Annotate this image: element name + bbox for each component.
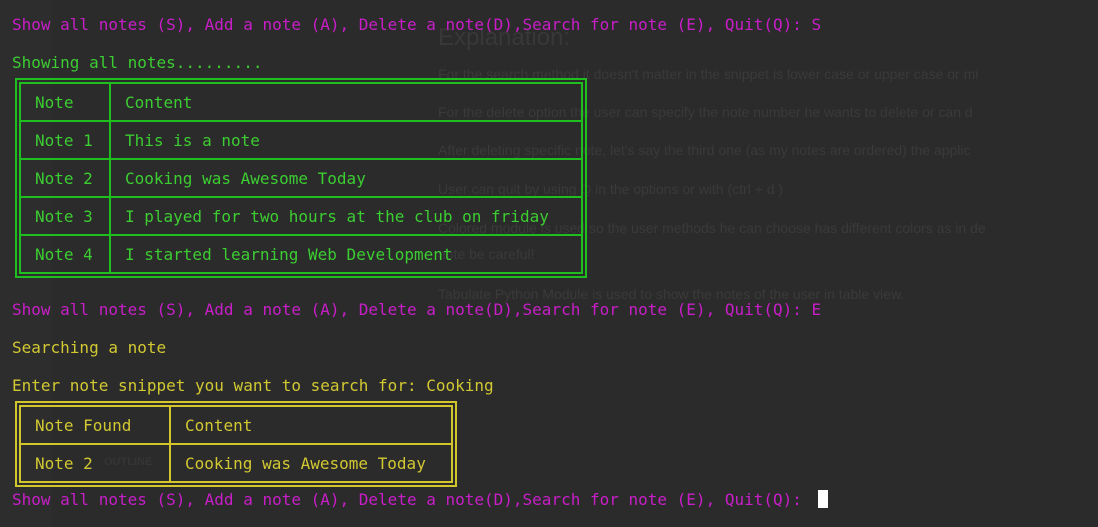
menu-prompt-line: Show all notes (S), Add a note (A), Dele… (12, 300, 821, 320)
table-row: Note 1 This is a note (19, 122, 583, 160)
table-cell: Note 4 (19, 236, 111, 274)
terminal-output[interactable]: Show all notes (S), Add a note (A), Dele… (12, 0, 1092, 527)
table-header-cell: Note Found (19, 405, 171, 445)
search-prompt-line: Enter note snippet you want to search fo… (12, 376, 494, 396)
table-cell: Cooking was Awesome Today (111, 160, 583, 198)
table-cell: I played for two hours at the club on fr… (111, 198, 583, 236)
notes-table: Note Content Note 1 This is a note Note … (15, 78, 587, 278)
table-header-cell: Content (111, 82, 583, 122)
table-cell: Note 2 (19, 160, 111, 198)
search-prompt: Enter note snippet you want to search fo… (12, 376, 427, 395)
table-cell: Note 2 (19, 445, 171, 483)
table-cell: Note 3 (19, 198, 111, 236)
table-cell: This is a note (111, 122, 583, 160)
table-row: Note 2 Cooking was Awesome Today (19, 160, 583, 198)
menu-prompt-line: Show all notes (S), Add a note (A), Dele… (12, 15, 821, 35)
found-notes-table: Note Found Content Note 2 Cooking was Aw… (15, 401, 457, 487)
table-cell: Note 1 (19, 122, 111, 160)
active-prompt-line: Show all notes (S), Add a note (A), Dele… (12, 490, 828, 510)
menu-choice: S (811, 15, 822, 34)
table-row: Note 2 Cooking was Awesome Today (19, 445, 453, 483)
table-header-cell: Content (171, 405, 453, 445)
menu-prompt: Show all notes (S), Add a note (A), Dele… (12, 300, 812, 319)
menu-prompt: Show all notes (S), Add a note (A), Dele… (12, 15, 812, 34)
searching-message: Searching a note (12, 338, 167, 357)
search-value: Cooking (426, 376, 494, 395)
table-header-cell: Note (19, 82, 111, 122)
table-cell: I started learning Web Development (111, 236, 583, 274)
table-row: Note 4 I started learning Web Developmen… (19, 236, 583, 274)
text-cursor (817, 490, 828, 508)
table-header-row: Note Found Content (19, 405, 453, 445)
table-cell: Cooking was Awesome Today (171, 445, 453, 483)
showing-message: Showing all notes......... (12, 53, 263, 72)
table-header-row: Note Content (19, 82, 583, 122)
table-row: Note 3 I played for two hours at the clu… (19, 198, 583, 236)
menu-prompt: Show all notes (S), Add a note (A), Dele… (12, 490, 812, 509)
menu-choice: E (811, 300, 822, 319)
